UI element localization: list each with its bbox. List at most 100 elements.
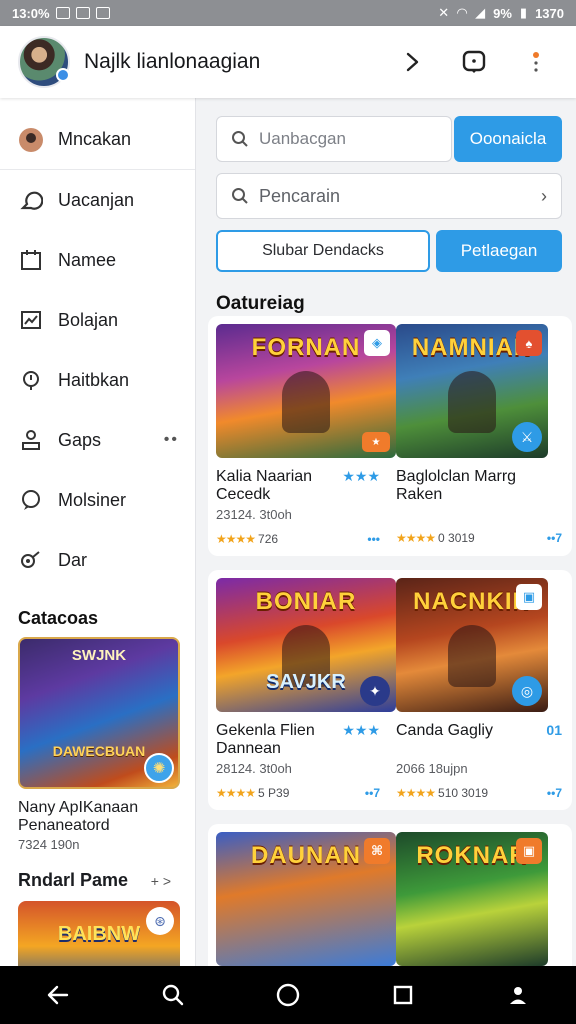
- featured-meta: 7324 190n: [18, 837, 80, 852]
- game-thumbnail[interactable]: BONIAR SAVJKR ✦: [216, 578, 396, 712]
- star-rating-icon: ★★★★: [396, 786, 436, 800]
- game-title: Gekenla Flien Dannean: [216, 722, 315, 757]
- chat-icon: [18, 187, 44, 213]
- sidebar-item-label: Molsiner: [58, 489, 127, 510]
- featured-title[interactable]: Nany ApIKanaan Penaneatord: [0, 789, 195, 835]
- section-arrow-icon[interactable]: + >: [151, 873, 171, 889]
- game-card[interactable]: DAUNAN ⌘: [216, 832, 396, 966]
- sidebar-item-label: Namee: [58, 249, 117, 270]
- sidebar-section-title: Catacoas: [18, 608, 99, 628]
- sun-badge-icon: ✺: [144, 753, 174, 783]
- game-badge-icon: ★: [362, 432, 390, 452]
- game-row: DAUNAN ⌘ ROKNAR ▣: [208, 824, 572, 966]
- game-logo: BONIAR: [255, 588, 357, 615]
- filter-button[interactable]: Slubar Dendacks: [216, 230, 430, 272]
- game-title: Baglolclan Marrg Raken: [396, 468, 517, 503]
- refresh-badge-icon: ◎: [512, 676, 542, 706]
- game-tag-icon: ◈: [364, 330, 390, 356]
- chat-square-icon[interactable]: [460, 48, 488, 76]
- star-rating-icon: ★★★★: [216, 786, 256, 800]
- person-icon: [18, 427, 44, 453]
- mute-icon: ✕: [438, 5, 450, 20]
- search-field[interactable]: Pencarain ›: [216, 173, 562, 219]
- sidebar-item-1[interactable]: Uacanjan: [0, 170, 195, 230]
- chart-icon: [18, 307, 44, 333]
- main-content: Uanbacgan Ooonaicla Pencarain › Slubar D…: [196, 98, 576, 966]
- game-card[interactable]: ROKNAR ▣: [396, 832, 562, 966]
- featured-logo: SWJNK: [71, 647, 127, 664]
- sidebar-item-3[interactable]: Bolajan: [0, 290, 195, 350]
- featured2-thumbnail[interactable]: BAIBNW ⊛: [18, 901, 180, 966]
- game-tag-icon: ♠: [516, 330, 542, 356]
- sidebar-item-label: Mncakan: [58, 129, 132, 149]
- badge-icon: ⊛: [146, 907, 174, 935]
- game-thumbnail[interactable]: NAMNIAN ♠ ⚔: [396, 324, 548, 458]
- app-header: Najlk lianlonaagian: [0, 26, 576, 98]
- star-rating-icon: ★★★★: [216, 532, 256, 546]
- rating-value: 726: [258, 532, 279, 546]
- game-row: FORNAN ◈ ★ Kalia Naarian Cecedk ★★★ 2312…: [208, 316, 572, 556]
- chevron-right-icon[interactable]: ›: [541, 186, 547, 207]
- more-dots-icon[interactable]: •••: [367, 532, 380, 546]
- sword-badge-icon: ⚔: [512, 422, 542, 452]
- game-meta: 23124. 3t0oh: [216, 507, 292, 522]
- sidebar-item-label: Gaps: [58, 429, 102, 450]
- status-bar: 13:0% ✕ ◠ ◢ 9% ▮ 1370: [0, 0, 576, 26]
- recents-icon[interactable]: [383, 975, 423, 1015]
- avatar[interactable]: [18, 36, 70, 88]
- game-row: BONIAR SAVJKR ✦ Gekenla Flien Dannean ★★…: [208, 570, 572, 810]
- sidebar-item-4[interactable]: Haitbkan: [0, 350, 195, 410]
- game-thumbnail[interactable]: NACNKIN ▣ ◎: [396, 578, 548, 712]
- game-tag-icon: ▣: [516, 584, 542, 610]
- rating-value: 510 3019: [438, 786, 489, 800]
- search-input[interactable]: Uanbacgan: [216, 116, 452, 162]
- sidebar-item-5[interactable]: Gaps ••: [0, 410, 195, 470]
- search-icon: [232, 131, 248, 147]
- rating-value: 5 P39: [258, 786, 290, 800]
- game-thumbnail[interactable]: FORNAN ◈ ★: [216, 324, 396, 458]
- pin-icon: [18, 367, 44, 393]
- game-tag-icon: ▣: [516, 838, 542, 864]
- profile-icon[interactable]: [498, 975, 538, 1015]
- sidebar-item-0[interactable]: Mncakan: [0, 110, 195, 170]
- home-icon[interactable]: [268, 975, 308, 1015]
- more-dots-icon[interactable]: ••: [164, 431, 179, 449]
- search-icon[interactable]: [153, 975, 193, 1015]
- secondary-button[interactable]: Petlaegan: [436, 230, 562, 272]
- game-meta: 2066 18ujpn: [396, 761, 468, 776]
- more-dots-icon[interactable]: ••7: [547, 531, 562, 545]
- game-card[interactable]: FORNAN ◈ ★ Kalia Naarian Cecedk ★★★ 2312…: [216, 324, 396, 546]
- featured-game-thumbnail[interactable]: SWJNK DAWECBUAN ✺: [18, 637, 180, 789]
- sidebar-item-label: Uacanjan: [58, 189, 135, 210]
- game-grid: FORNAN ◈ ★ Kalia Naarian Cecedk ★★★ 2312…: [208, 316, 572, 966]
- back-icon[interactable]: [38, 975, 78, 1015]
- status-clock: 1370: [535, 5, 564, 21]
- page-title: Najlk lianlonaagian: [84, 50, 261, 73]
- star-rating-icon: ★★★★: [396, 531, 436, 545]
- game-title: Canda Gagliy: [396, 722, 493, 739]
- sidebar-item-6[interactable]: Molsiner: [0, 470, 195, 530]
- mini-rating: ★★★: [342, 722, 380, 738]
- game-thumbnail[interactable]: DAUNAN ⌘: [216, 832, 396, 966]
- more-dots-icon[interactable]: ••7: [365, 786, 380, 800]
- game-card[interactable]: NAMNIAN ♠ ⚔ Baglolclan Marrg Raken ★★★★ …: [396, 324, 562, 546]
- search-placeholder: Uanbacgan: [259, 129, 346, 148]
- search-icon: [232, 188, 248, 204]
- sidebar: Mncakan Uacanjan Namee Bolajan Haitbkan …: [0, 98, 196, 966]
- game-card[interactable]: BONIAR SAVJKR ✦ Gekenla Flien Dannean ★★…: [216, 578, 396, 800]
- game-thumbnail[interactable]: ROKNAR ▣: [396, 832, 548, 966]
- game-card[interactable]: NACNKIN ▣ ◎ Canda Gagliy 01 2066 18ujpn …: [396, 578, 562, 800]
- more-vert-icon[interactable]: [522, 48, 550, 76]
- sidebar-item-2[interactable]: Namee: [0, 230, 195, 290]
- sidebar-item-7[interactable]: Dar: [0, 530, 195, 590]
- photo-icon: [75, 7, 90, 19]
- rating-value: 0 3019: [438, 531, 475, 545]
- mini-rating: 01: [546, 722, 562, 738]
- wifi-icon: ◠: [457, 5, 468, 20]
- more-dots-icon[interactable]: ••7: [547, 786, 562, 800]
- comment-icon: [18, 487, 44, 513]
- game-tag-icon: ⌘: [364, 838, 390, 864]
- sidebar-section2-title: Rndarl Pame: [18, 870, 129, 890]
- arrow-right-icon[interactable]: [398, 48, 426, 76]
- primary-button[interactable]: Ooonaicla: [454, 116, 562, 162]
